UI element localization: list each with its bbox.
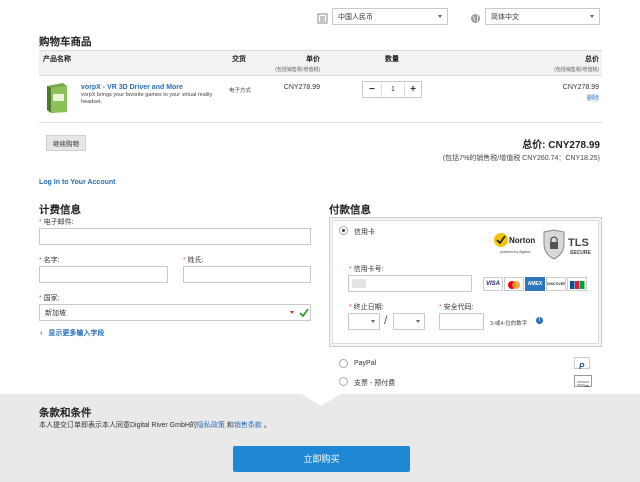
privacy-link[interactable]: 隐私政策 [197, 422, 225, 429]
paypal-icon: P [574, 357, 590, 371]
language-select[interactable]: 简体中文 [485, 8, 600, 25]
product-name[interactable]: vorpX - VR 3D Driver and More [81, 84, 183, 91]
tls-sub-text: SECURE [570, 250, 592, 256]
product-image [43, 82, 71, 114]
last-name-label: * 姓氏: [183, 257, 204, 264]
tls-secure-badge: TLS SECURE [541, 229, 599, 261]
first-name-label: * 名字: [39, 257, 60, 264]
terms-period: 。 [263, 422, 271, 429]
decrease-button[interactable]: − [363, 82, 381, 97]
norton-text: Norton [509, 236, 535, 245]
terms-text: 本人提交订单即表示本人同意Digital River GmbH的隐私政策 和销售… [39, 420, 271, 430]
product-description: vorpX brings your favorite games to your… [81, 92, 213, 105]
header-unit-price-label: 单价 [306, 56, 320, 63]
expiry-label: * 终止日期: [349, 304, 384, 311]
payment-title: 付款信息 [329, 204, 371, 216]
terms-pointer [301, 394, 341, 406]
card-number-label-text: 信用卡号: [353, 266, 384, 273]
security-hint: 3-或4-位的数字 [490, 321, 528, 327]
email-label-text: 电子邮件: [43, 219, 74, 226]
norton-logo: Norton powered by digicert [492, 230, 538, 258]
expiry-year-select[interactable] [393, 313, 425, 330]
info-icon[interactable]: i [536, 317, 543, 324]
increase-button[interactable]: + [405, 82, 421, 97]
product-price: CNY278.99 [283, 84, 320, 91]
product-total: CNY278.99 [562, 84, 599, 91]
card-placeholder-icon [352, 279, 366, 288]
continue-shopping-button[interactable]: 继续购物 [46, 135, 86, 151]
email-field[interactable] [39, 228, 311, 245]
currency-value: 中国人民币 [338, 14, 373, 21]
check-payment-label: 支票 - 预付费 [354, 380, 396, 387]
paypal-label: PayPal [354, 360, 377, 367]
card-logos: VISA AMEX DISCOVER [483, 277, 587, 291]
check-payment-radio[interactable] [339, 377, 348, 386]
visa-logo: VISA [483, 277, 503, 291]
tls-text: TLS [568, 237, 589, 249]
product-delivery: 电子方式 [229, 88, 252, 94]
terms-title: 条款和条件 [39, 407, 92, 419]
header-total-label: 总价 [585, 56, 599, 63]
billing-title: 计费信息 [39, 204, 81, 216]
check-icon [299, 306, 309, 324]
expiry-separator: / [384, 313, 388, 327]
paypal-radio[interactable] [339, 359, 348, 368]
security-code-field[interactable] [439, 313, 484, 330]
last-name-label-text: 姓氏: [187, 257, 204, 264]
header-unit-price-note: (包括销售税/增值税) [275, 67, 320, 73]
header-unit-price: 单价 (包括销售税/增值税) [268, 54, 320, 73]
header-delivery: 交货 [232, 56, 246, 63]
chevron-down-icon [371, 320, 375, 323]
globe-icon [470, 11, 481, 23]
country-value: 新加坡 [45, 310, 66, 317]
first-name-label-text: 名字: [43, 257, 60, 264]
header-total-note: (包括销售税/增值税) [554, 67, 599, 73]
buy-now-button[interactable]: 立即购买 [233, 446, 410, 472]
login-link[interactable]: Log In to Your Account [39, 179, 115, 186]
credit-card-radio[interactable] [339, 226, 348, 235]
quantity-value[interactable]: 1 [381, 82, 405, 97]
chevron-down-icon [290, 311, 294, 314]
more-fields-link[interactable]: › 显示更多输入字段 [40, 328, 104, 338]
norton-sub-text: powered by digicert [500, 250, 530, 254]
country-label-text: 国家: [43, 295, 60, 302]
header-product: 产品名称 [43, 56, 71, 63]
terms-and: 和 [226, 422, 234, 429]
header-total: 总价 (包括销售税/增值税) [540, 54, 599, 73]
credit-card-label: 信用卡 [354, 229, 375, 236]
tax-note: (包括7%的销售税/增值税 CNY260.74：CNY18.25) [442, 155, 600, 162]
sales-terms-link[interactable]: 销售条款 [234, 422, 262, 429]
check-icon-badge [574, 375, 592, 388]
expiry-month-select[interactable] [348, 313, 380, 330]
amex-logo: AMEX [525, 277, 545, 291]
security-label-text: 安全代码: [443, 304, 474, 311]
card-number-label: * 信用卡号: [349, 266, 384, 273]
grand-total: 总价: CNY278.99 [522, 140, 600, 151]
header-quantity: 数量 [385, 56, 399, 63]
email-label: * 电子邮件: [39, 219, 74, 226]
row-divider [39, 122, 602, 123]
card-number-field[interactable] [348, 275, 472, 292]
currency-select[interactable]: 中国人民币 [332, 8, 448, 25]
remove-link[interactable]: 删除 [560, 93, 599, 102]
last-name-field[interactable] [183, 266, 311, 283]
currency-icon [317, 11, 328, 24]
mastercard-logo [504, 277, 524, 291]
quantity-stepper: − 1 + [362, 81, 422, 98]
jcb-logo [567, 277, 587, 291]
more-fields-text: 显示更多输入字段 [48, 330, 105, 337]
discover-logo: DISCOVER [546, 277, 566, 291]
country-select[interactable]: 新加坡 [39, 304, 311, 321]
chevron-down-icon [416, 320, 420, 323]
expiry-label-text: 终止日期: [353, 304, 384, 311]
svg-text:P: P [579, 362, 585, 371]
country-label: * 国家: [39, 295, 60, 302]
chevron-right-icon: › [40, 330, 43, 337]
security-code-label: * 安全代码: [439, 304, 474, 311]
cart-title: 购物车商品 [39, 36, 92, 48]
language-value: 简体中文 [491, 14, 519, 21]
first-name-field[interactable] [39, 266, 168, 283]
cart-table-header [39, 50, 602, 76]
terms-text-before: 本人提交订单即表示本人同意Digital River GmbH的 [39, 422, 197, 429]
